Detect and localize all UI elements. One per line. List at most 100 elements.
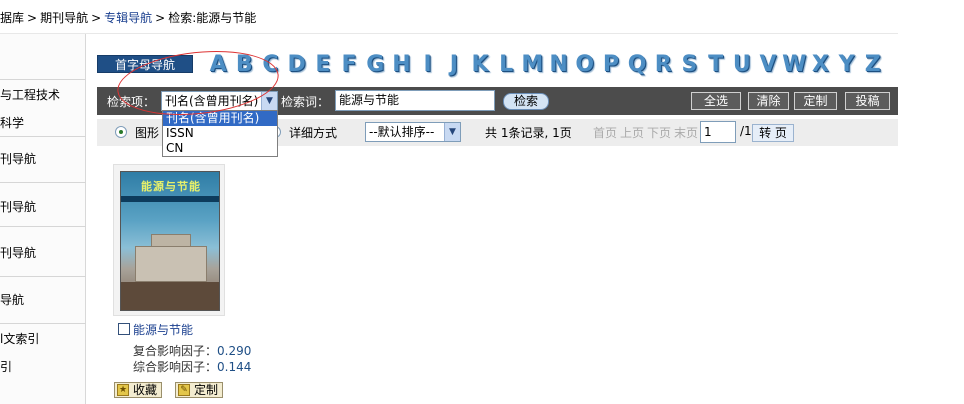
breadcrumb: 据库 > 期刊导航 > 专辑导航 > 检索:能源与节能	[0, 0, 898, 34]
sidebar-divider	[0, 182, 86, 183]
cover-building	[135, 246, 207, 282]
dropdown-option-title[interactable]: 刊名(含曾用刊名)	[163, 111, 277, 126]
breadcrumb-item-album-nav[interactable]: 专辑导航	[104, 11, 152, 25]
sidebar-divider	[0, 136, 86, 137]
page-number-input[interactable]: 1	[700, 121, 736, 143]
sidebar-item-citation-index[interactable]: l文索引	[0, 330, 86, 347]
pager-first[interactable]: 首页	[593, 124, 617, 141]
collect-button[interactable]: ★ 收藏	[114, 382, 163, 398]
search-field-selected: 刊名(含曾用刊名)	[165, 94, 259, 108]
chevron-down-icon[interactable]: ▼	[261, 92, 277, 110]
alphabet-letter-x[interactable]: X	[807, 52, 833, 78]
sidebar-divider	[0, 276, 86, 277]
composite-impact-factor: 复合影响因子：0.290	[133, 342, 251, 359]
alphabet-letter-i[interactable]: I	[415, 52, 441, 78]
alphabet-letter-b[interactable]: B	[231, 52, 257, 78]
alphabet-letter-p[interactable]: P	[598, 52, 624, 78]
composite-if-value: 0.290	[217, 344, 252, 358]
sidebar-divider	[0, 226, 86, 227]
customize-button[interactable]: 定制	[794, 92, 837, 110]
pager-last[interactable]: 末页	[674, 124, 698, 141]
sidebar-item-engineering[interactable]: 与工程技术	[0, 86, 86, 103]
alphabet-letters: ABCDEFGHIJKLMNOPQRSTUVWXYZ	[205, 52, 886, 78]
journal-name-link[interactable]: 能源与节能	[133, 321, 193, 338]
alphabet-letter-y[interactable]: Y	[834, 52, 860, 78]
dropdown-option-issn[interactable]: ISSN	[163, 126, 277, 141]
breadcrumb-item-journal-nav[interactable]: 期刊导航	[40, 11, 88, 25]
bookmark-icon: ★	[117, 384, 129, 396]
alphabet-letter-v[interactable]: V	[755, 52, 781, 78]
breadcrumb-item-current: 检索:能源与节能	[168, 11, 257, 25]
sidebar-item-journal-nav-2[interactable]: 刊导航	[0, 198, 86, 215]
alphabet-letter-f[interactable]: F	[336, 52, 362, 78]
alphabet-letter-c[interactable]: C	[257, 52, 283, 78]
keyword-label: 检索词：	[281, 95, 330, 109]
result-summary: 共 1条记录, 1页	[485, 126, 572, 140]
result-checkbox[interactable]	[118, 323, 130, 335]
journal-cover-frame[interactable]: 能源与节能	[113, 164, 225, 316]
alphabet-letter-o[interactable]: O	[572, 52, 598, 78]
alphabet-letter-q[interactable]: Q	[624, 52, 650, 78]
select-all-button[interactable]: 全选	[691, 92, 741, 110]
search-field-label: 检索项：	[107, 95, 156, 109]
alphabet-letter-t[interactable]: T	[703, 52, 729, 78]
right-margin	[898, 0, 964, 34]
sidebar-item-science[interactable]: 科学	[0, 114, 86, 131]
sidebar-item-journal-nav-3[interactable]: 刊导航	[0, 244, 86, 261]
sort-selected: --默认排序--	[369, 125, 435, 139]
comprehensive-if-value: 0.144	[217, 360, 252, 374]
breadcrumb-separator: >	[91, 11, 102, 25]
sidebar-item-journal-nav-1[interactable]: 刊导航	[0, 150, 86, 167]
sidebar-item-nav[interactable]: 导航	[0, 291, 86, 308]
detail-view-label: 详细方式	[289, 126, 338, 140]
total-pages: /1	[740, 124, 752, 138]
keyword-input[interactable]: 能源与节能	[335, 90, 495, 111]
clear-button[interactable]: 清除	[748, 92, 789, 110]
dropdown-option-cn[interactable]: CN	[163, 141, 277, 156]
pager-next[interactable]: 下页	[647, 124, 671, 141]
comprehensive-impact-factor: 综合影响因子：0.144	[133, 358, 251, 375]
graphic-view-radio[interactable]	[115, 126, 127, 138]
sort-select[interactable]: --默认排序-- ▼	[365, 122, 461, 142]
breadcrumb-item-database[interactable]: 据库	[0, 11, 24, 25]
alphabet-letter-w[interactable]: W	[781, 52, 807, 78]
alphabet-letter-m[interactable]: M	[519, 52, 545, 78]
alphabet-letter-s[interactable]: S	[676, 52, 702, 78]
search-field-select[interactable]: 刊名(含曾用刊名) ▼	[161, 91, 278, 111]
customize-result-button[interactable]: ✎ 定制	[175, 382, 224, 398]
breadcrumb-separator: >	[155, 11, 166, 25]
sidebar-item-index[interactable]: 引	[0, 358, 86, 375]
graphic-view-label: 图形	[135, 126, 160, 140]
alphabet-letter-n[interactable]: N	[545, 52, 571, 78]
radio-selected-dot	[119, 130, 123, 134]
customize-result-label: 定制	[194, 383, 219, 397]
alphabet-letter-d[interactable]: D	[284, 52, 310, 78]
alphabet-letter-g[interactable]: G	[362, 52, 388, 78]
alphabet-letter-h[interactable]: H	[388, 52, 414, 78]
submit-manuscript-button[interactable]: 投稿	[845, 92, 890, 110]
alphabet-letter-u[interactable]: U	[729, 52, 755, 78]
search-button[interactable]: 检索	[503, 93, 549, 110]
alphabet-letter-k[interactable]: K	[467, 52, 493, 78]
sidebar: 与工程技术 科学 刊导航 刊导航 刊导航 导航 l文索引 引	[0, 34, 86, 404]
journal-cover-image[interactable]: 能源与节能	[120, 171, 220, 311]
sidebar-divider	[0, 79, 86, 80]
alphabet-nav-label: 首字母导航	[97, 55, 193, 73]
pager-prev[interactable]: 上页	[620, 124, 644, 141]
collect-button-label: 收藏	[133, 383, 158, 397]
alphabet-letter-l[interactable]: L	[493, 52, 519, 78]
composite-if-label: 复合影响因子：	[133, 344, 218, 358]
go-to-page-button[interactable]: 转 页	[752, 124, 794, 142]
alphabet-letter-r[interactable]: R	[650, 52, 676, 78]
alphabet-letter-j[interactable]: J	[441, 52, 467, 78]
chevron-down-icon[interactable]: ▼	[444, 123, 460, 141]
alphabet-letter-a[interactable]: A	[205, 52, 231, 78]
cover-ground	[121, 282, 219, 310]
alphabet-letter-e[interactable]: E	[310, 52, 336, 78]
cover-band	[121, 196, 219, 202]
alphabet-letter-z[interactable]: Z	[860, 52, 886, 78]
edit-icon: ✎	[178, 384, 190, 396]
breadcrumb-separator: >	[27, 11, 38, 25]
cover-title: 能源与节能	[141, 180, 201, 193]
comprehensive-if-label: 综合影响因子：	[133, 360, 218, 374]
